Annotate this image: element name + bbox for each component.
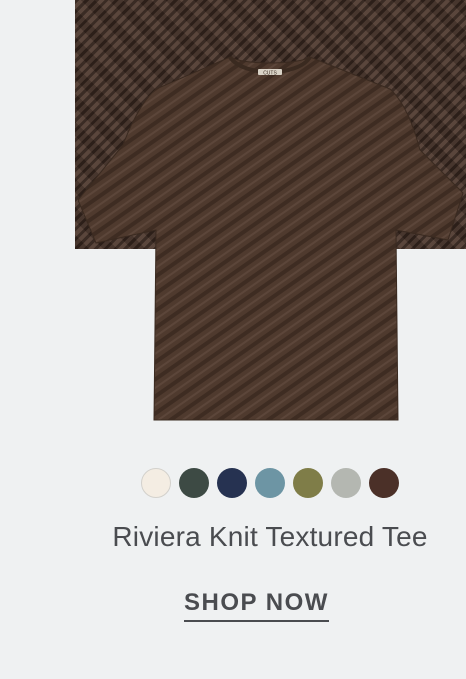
swatch-dark-green[interactable] [179,468,209,498]
swatch-cream[interactable] [141,468,171,498]
swatch-brown[interactable] [369,468,399,498]
swatch-light-gray[interactable] [331,468,361,498]
product-image[interactable]: CUTS [78,55,465,423]
shop-now-link[interactable]: SHOP NOW [184,589,329,622]
product-name[interactable]: Riviera Knit Textured Tee [0,521,466,553]
swatch-navy[interactable] [217,468,247,498]
color-swatches [141,468,399,498]
swatch-slate-blue[interactable] [255,468,285,498]
neck-label-text: CUTS [263,71,277,77]
swatch-olive[interactable] [293,468,323,498]
